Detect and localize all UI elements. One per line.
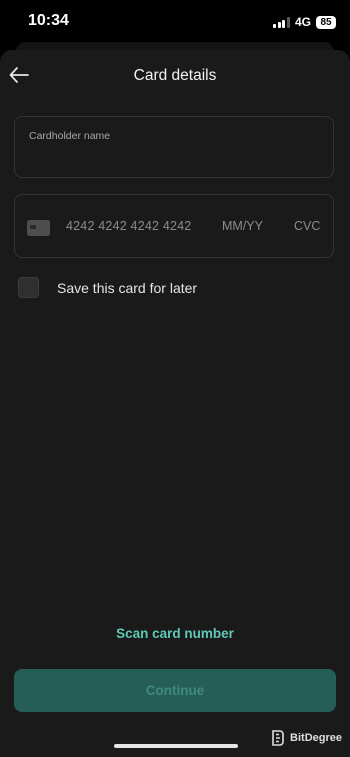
card-input-field[interactable]: 4242 4242 4242 4242 MM/YY CVC bbox=[14, 194, 334, 258]
watermark-text: BitDegree bbox=[290, 732, 342, 744]
scan-card-number-link[interactable]: Scan card number bbox=[0, 626, 350, 641]
watermark: BitDegree bbox=[270, 730, 342, 746]
save-card-checkbox[interactable] bbox=[18, 277, 39, 298]
cardholder-name-field[interactable]: Cardholder name bbox=[14, 116, 334, 178]
network-type: 4G bbox=[294, 15, 311, 29]
save-card-row[interactable]: Save this card for later bbox=[18, 277, 197, 298]
status-bar: 10:34 4G 85 bbox=[0, 0, 350, 44]
cardholder-name-label: Cardholder name bbox=[29, 130, 111, 142]
status-indicators: 4G 85 bbox=[273, 15, 336, 29]
home-indicator bbox=[114, 744, 238, 748]
page-title: Card details bbox=[133, 67, 217, 84]
save-card-label: Save this card for later bbox=[57, 279, 198, 296]
battery-icon: 85 bbox=[316, 15, 336, 29]
expiry-input[interactable]: MM/YY bbox=[222, 219, 263, 233]
cellular-signal-icon bbox=[273, 16, 290, 28]
card-number-input[interactable]: 4242 4242 4242 4242 bbox=[66, 219, 191, 233]
card-details-sheet: Card details Cardholder name 4242 4242 4… bbox=[0, 50, 350, 757]
credit-card-icon bbox=[27, 220, 50, 236]
continue-button[interactable]: Continue bbox=[14, 669, 336, 712]
cvc-input[interactable]: CVC bbox=[294, 219, 320, 233]
status-time: 10:34 bbox=[28, 12, 69, 29]
bitdegree-logo bbox=[270, 730, 286, 746]
